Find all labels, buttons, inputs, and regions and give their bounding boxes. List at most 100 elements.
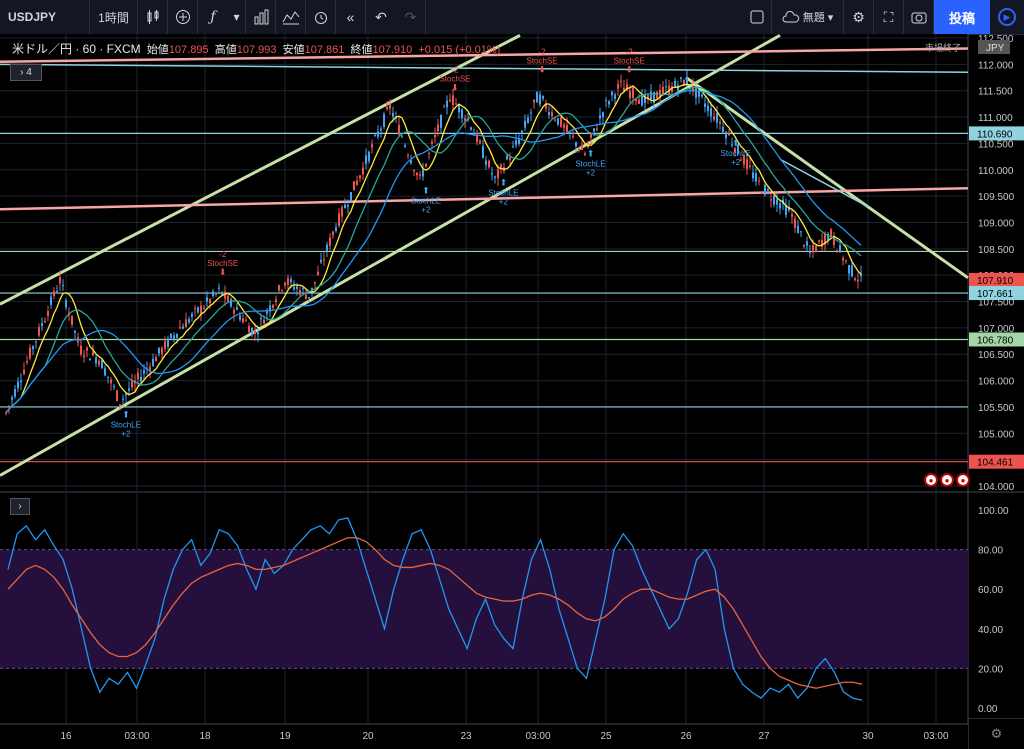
gear-icon[interactable]: ⚙	[844, 0, 874, 34]
candle-body	[326, 244, 328, 251]
candle-body	[350, 191, 352, 201]
low-value: 107.861	[304, 44, 345, 56]
candle-body	[158, 347, 160, 354]
plus-circle-icon[interactable]	[168, 0, 198, 34]
signal-sub: +2	[586, 169, 596, 178]
settings-corner[interactable]: ⚙	[968, 718, 1024, 749]
change-value: +0.015 (+0.01%)	[418, 44, 501, 56]
fullscreen-icon[interactable]: ⛶	[874, 0, 904, 34]
candle-body	[728, 133, 730, 136]
candle-body	[416, 172, 418, 176]
candle-body	[161, 347, 163, 355]
candle-body	[551, 112, 553, 117]
candle-body	[488, 160, 490, 168]
collapse-oscillator-button[interactable]: ›	[10, 498, 30, 515]
candle-body	[776, 199, 778, 205]
chevron-down-icon[interactable]: ▾	[228, 0, 246, 34]
candle-body	[605, 100, 607, 102]
candle-body	[572, 135, 574, 137]
time-tick: 27	[758, 731, 770, 742]
candle-body	[413, 170, 415, 172]
candle-body	[302, 288, 304, 290]
candle-body	[857, 279, 859, 282]
signal-sub: -2	[219, 250, 227, 259]
market-status: 市場終了	[925, 42, 961, 53]
signal-label: StochLE	[575, 160, 605, 169]
bar-chart-icon[interactable]	[246, 0, 276, 34]
event-markers[interactable]: ● ● ●	[924, 473, 970, 487]
candle-body	[590, 133, 592, 138]
signal-sub: -2	[539, 47, 547, 56]
candle-body	[152, 358, 154, 366]
symbol-search[interactable]: USDJPY	[0, 0, 90, 34]
candle-body	[41, 323, 43, 327]
layout-name[interactable]: 無題 ▾	[772, 0, 844, 34]
candle-body	[386, 106, 388, 110]
candle-body	[47, 311, 49, 316]
candle-body	[755, 173, 757, 182]
rewind-icon[interactable]: «	[336, 0, 366, 34]
candle-body	[599, 115, 601, 119]
indicator-count: 4	[26, 67, 32, 78]
candle-body	[218, 287, 220, 289]
currency-label: JPY	[986, 43, 1005, 54]
candle-body	[740, 159, 742, 161]
candle-body	[725, 132, 727, 139]
high-label: 高値	[214, 44, 237, 56]
candle-body	[104, 368, 106, 376]
candle-body	[242, 318, 244, 323]
candle-body	[602, 112, 604, 117]
candle-body	[425, 163, 427, 167]
event-icon[interactable]: ●	[940, 473, 954, 487]
candle-body	[596, 128, 598, 131]
osc-tick: 40.00	[978, 625, 1003, 636]
candle-body	[518, 138, 520, 145]
event-icon[interactable]: ●	[956, 473, 970, 487]
interval-selector[interactable]: 1時間	[90, 0, 138, 34]
template-icon[interactable]	[276, 0, 306, 34]
camera-icon[interactable]	[904, 0, 934, 34]
replay-button[interactable]: ▶	[990, 0, 1024, 34]
pair-label: 米ドル／円 · 60 · FXCM	[12, 42, 141, 56]
candle-body	[695, 86, 697, 98]
alarm-icon[interactable]	[306, 0, 336, 34]
chevron-down-icon: ▾	[827, 11, 834, 24]
candle-body	[20, 380, 22, 383]
us-flag-icon[interactable]: ●	[924, 473, 938, 487]
candle-body	[344, 204, 346, 209]
candle-body	[836, 249, 838, 253]
candle-body	[251, 327, 253, 335]
candle-body	[707, 105, 709, 111]
candle-body	[179, 327, 181, 329]
chart-canvas[interactable]: 112.500112.000111.500111.000110.500110.0…	[0, 34, 1024, 749]
redo-icon[interactable]: ↷	[396, 0, 426, 34]
time-tick: 18	[199, 731, 211, 742]
candle-body	[8, 405, 10, 407]
candle-body	[638, 99, 640, 104]
candle-body	[317, 271, 319, 276]
candle-body	[38, 327, 40, 336]
candle-body	[284, 282, 286, 286]
candle-body	[305, 294, 307, 299]
candle-body	[95, 357, 97, 364]
candle-body	[62, 285, 64, 287]
candle-body	[272, 304, 274, 308]
price-badge-text: 107.661	[977, 289, 1014, 300]
candle-body	[779, 203, 781, 209]
undo-icon[interactable]: ↶	[366, 0, 396, 34]
candle-body	[533, 99, 535, 103]
osc-tick: 80.00	[978, 546, 1003, 557]
collapse-indicators-button[interactable]: › 4	[10, 64, 42, 81]
candles-icon[interactable]	[138, 0, 168, 34]
candle-body	[383, 114, 385, 127]
candle-body	[581, 144, 583, 150]
candle-body	[494, 176, 496, 178]
fx-icon[interactable]: ƒ	[198, 0, 228, 34]
square-icon[interactable]	[742, 0, 772, 34]
candle-body	[167, 338, 169, 347]
candle-body	[254, 330, 256, 335]
candle-body	[686, 77, 688, 85]
candle-body	[662, 86, 664, 94]
publish-button[interactable]: 投稿	[934, 0, 990, 34]
